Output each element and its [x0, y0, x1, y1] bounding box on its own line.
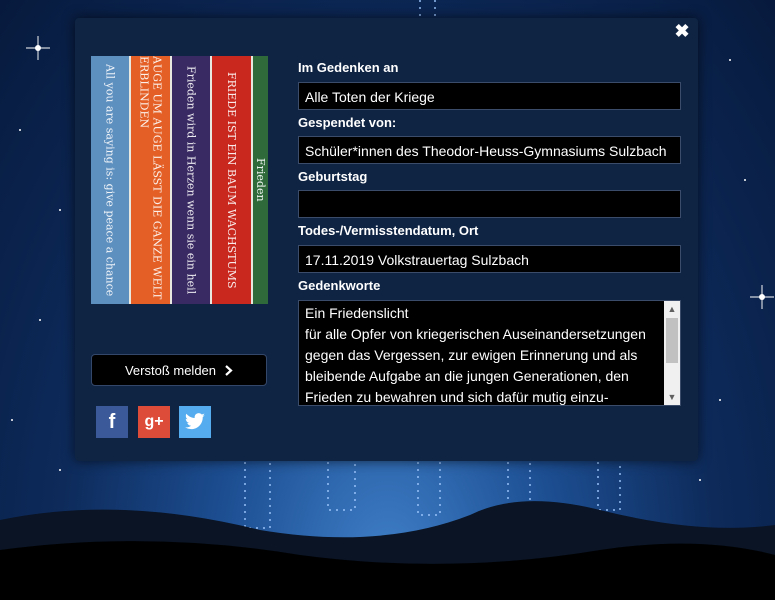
memorial-dialog: ✖ All you are saying is: give peace a ch…	[75, 18, 698, 461]
report-violation-button[interactable]: Verstoß melden	[91, 354, 267, 386]
report-violation-label: Verstoß melden	[124, 362, 217, 378]
in-memory-label: Im Gedenken an	[298, 60, 399, 75]
death-date-field[interactable]: 17.11.2019 Volkstrauertag Sulzbach	[298, 245, 681, 273]
photo-stripe-5: Frieden	[252, 56, 268, 304]
memorial-words-line: gegen das Vergessen, zur ewigen Erinneru…	[305, 347, 638, 363]
facebook-share-button[interactable]: f	[96, 406, 128, 438]
death-date-label: Todes-/Vermisstendatum, Ort	[298, 223, 479, 238]
facebook-icon: f	[108, 410, 116, 433]
memorial-words-textarea[interactable]: Ein Friedenslicht für alle Opfer von kri…	[298, 300, 681, 406]
photo-stripe-2: AUGE UM AUGE LÄSST DIE GANZE WELT ERBLIN…	[131, 56, 170, 304]
birthday-label: Geburtstag	[298, 169, 368, 184]
photo-stripe-4: FRIEDE IST EIN BAUM WACHSTUMS	[212, 56, 251, 304]
memorial-words-line: bleibende Aufgabe an die jungen Generati…	[305, 368, 629, 384]
twitter-bird-icon	[185, 413, 205, 430]
memorial-photo: All you are saying is: give peace a chan…	[91, 56, 268, 304]
scroll-up-arrow-icon[interactable]: ▲	[664, 301, 680, 317]
memorial-words-line: Ein Friedenslicht	[305, 305, 409, 321]
textarea-scrollbar[interactable]: ▲ ▼	[664, 301, 680, 405]
hills-silhouette	[0, 501, 775, 600]
in-memory-field[interactable]: Alle Toten der Kriege	[298, 82, 681, 110]
scroll-down-arrow-icon[interactable]: ▼	[664, 389, 680, 405]
photo-stripe-3: Frieden wird in Herzen wenn sie ein heil	[171, 56, 211, 304]
donated-by-field[interactable]: Schüler*innen des Theodor-Heuss-Gymnasiu…	[298, 136, 681, 164]
twitter-share-button[interactable]	[179, 406, 211, 438]
memorial-words-line: für alle Opfer von kriegerischen Auseina…	[305, 326, 646, 342]
memorial-words-line: Frieden zu bewahren und sich dafür mutig…	[305, 389, 609, 405]
googleplus-share-button[interactable]: g+	[138, 406, 170, 438]
photo-stripe-1: All you are saying is: give peace a chan…	[91, 56, 130, 304]
memorial-words-label: Gedenkworte	[298, 278, 381, 293]
birthday-field[interactable]	[298, 190, 681, 218]
close-icon[interactable]: ✖	[672, 21, 692, 41]
donated-by-label: Gespendet von:	[298, 115, 397, 130]
chevron-right-icon	[225, 364, 233, 376]
scrollbar-thumb[interactable]	[666, 318, 678, 363]
googleplus-icon: g+	[144, 413, 164, 430]
